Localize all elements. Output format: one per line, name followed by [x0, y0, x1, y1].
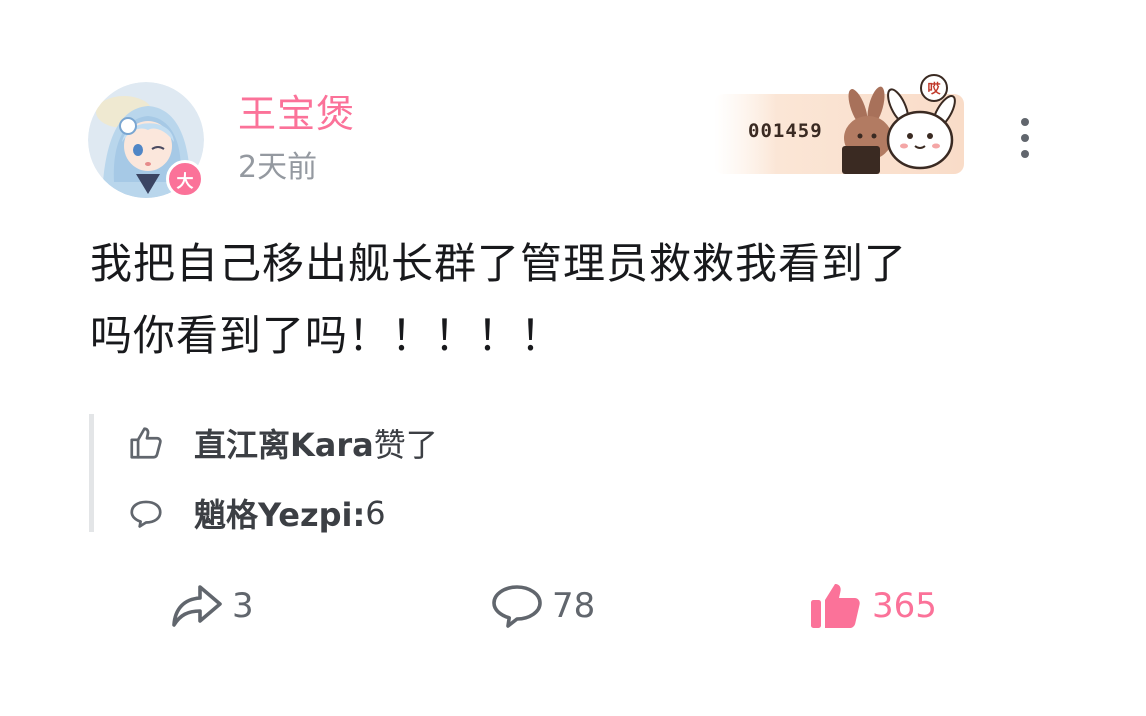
- speech-bubble-icon: [126, 493, 166, 533]
- more-options-button[interactable]: [1008, 114, 1042, 162]
- reply-like-username[interactable]: 直江离Kara: [194, 420, 374, 466]
- share-count: 3: [232, 586, 254, 626]
- like-button[interactable]: 365: [808, 580, 937, 632]
- fan-card-bubble-text: 哎: [927, 81, 941, 97]
- comment-bubble-icon: [490, 583, 544, 629]
- comment-button[interactable]: 78: [490, 580, 595, 632]
- thumbs-up-filled-icon: [808, 581, 864, 631]
- vip-badge: 大: [166, 160, 204, 198]
- share-button[interactable]: 3: [170, 580, 254, 632]
- share-arrow-icon: [170, 583, 224, 629]
- post-content: 我把自己移出舰长群了管理员救救我看到了 吗你看到了吗！！！！！: [90, 228, 1050, 372]
- reply-comment-username[interactable]: 魈格Yezpi:: [194, 490, 365, 536]
- fan-card-number: 001459: [748, 120, 823, 142]
- like-count: 365: [872, 586, 937, 626]
- post-content-line-2: 吗你看到了吗！！！！！: [90, 311, 564, 360]
- post-content-line-1: 我把自己移出舰长群了管理员救救我看到了: [90, 239, 908, 288]
- reply-like-action: 赞了: [373, 426, 438, 464]
- more-vertical-icon: [1021, 118, 1029, 126]
- reply-preview[interactable]: 直江离Kara 赞了 魈格Yezpi: 6: [89, 414, 694, 534]
- thumbs-up-outline-icon: [126, 423, 166, 463]
- reply-comment-text: 6: [365, 494, 386, 532]
- reply-like-row[interactable]: 直江离Kara 赞了: [126, 420, 438, 466]
- username[interactable]: 王宝煲: [238, 92, 355, 136]
- reply-comment-row[interactable]: 魈格Yezpi: 6: [126, 490, 386, 536]
- comment-count: 78: [552, 586, 596, 626]
- post-time: 2天前: [238, 150, 318, 185]
